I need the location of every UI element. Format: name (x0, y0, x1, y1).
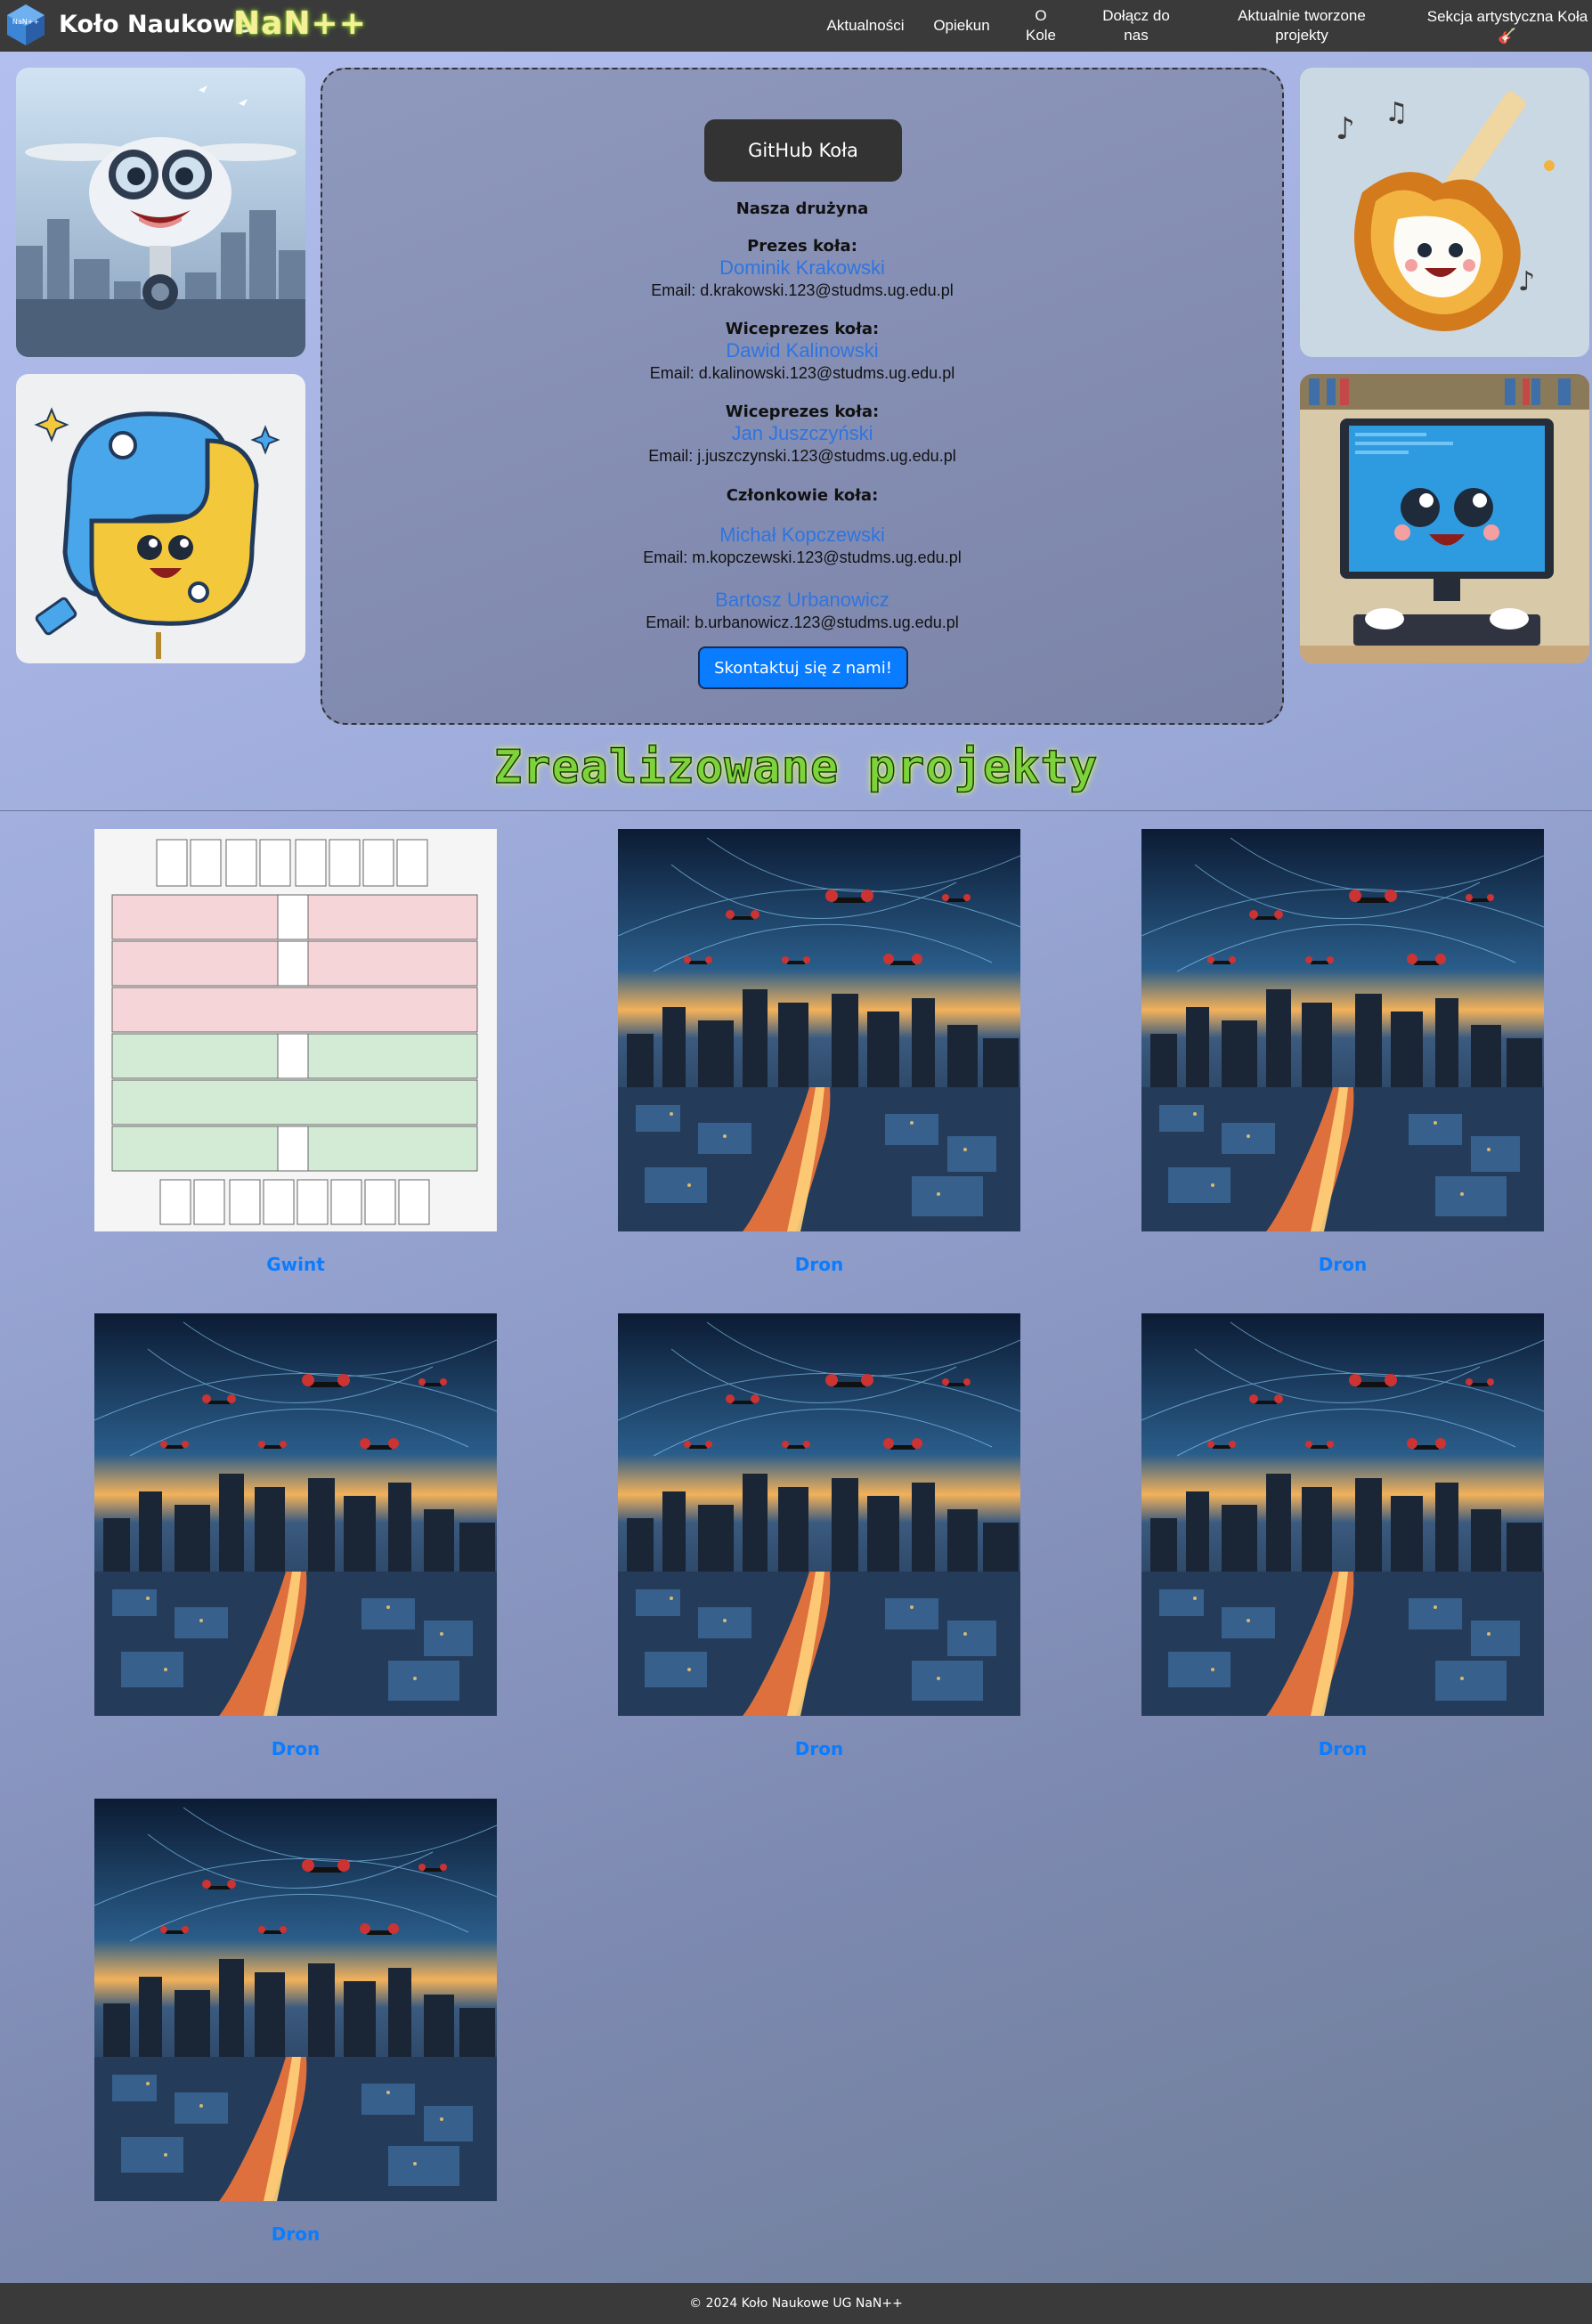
member-1-email: Email: m.kopczewski.123@studms.ug.edu.pl (643, 548, 962, 566)
president-name-link[interactable]: Dominik Krakowski (322, 256, 1282, 280)
nav-aktualnosci[interactable]: Aktualności (821, 0, 910, 52)
drone-city-image[interactable] (618, 829, 1020, 1231)
vice-president-2-email: Email: j.juszczynski.123@studms.ug.edu.p… (648, 447, 956, 465)
project-label[interactable]: Dron (1141, 1738, 1544, 1759)
svg-text:♫: ♫ (1385, 97, 1409, 128)
project-card-dron[interactable]: Dron (1141, 1313, 1544, 1759)
project-label[interactable]: Gwint (94, 1254, 497, 1275)
member-2-name-link[interactable]: Bartosz Urbanowicz (322, 589, 1282, 612)
brand-name[interactable]: Koło Naukowe (59, 11, 251, 38)
projects-section-title: Zrealizowane projekty (493, 740, 1099, 795)
project-card-gwint[interactable]: Gwint (94, 829, 497, 1275)
contact-button[interactable]: Skontaktuj się z nami! (698, 646, 908, 689)
svg-text:♪: ♪ (1518, 266, 1535, 297)
drone-city-image[interactable] (1141, 829, 1544, 1231)
project-label[interactable]: Dron (94, 1738, 497, 1759)
team-section-title: Nasza drużyna (735, 199, 869, 218)
logo-text: NaN++ (12, 18, 39, 26)
nav-opiekun[interactable]: Opiekun (928, 0, 995, 52)
project-card-dron[interactable]: Dron (94, 1313, 497, 1759)
vice-president-1-name-link[interactable]: Dawid Kalinowski (322, 339, 1282, 362)
nav-projekty[interactable]: Aktualnie tworzone projekty (1222, 0, 1382, 52)
vice-president-2-label: Wiceprezes koła: (725, 402, 880, 421)
members-label: Członkowie koła: (726, 486, 879, 505)
vice-president-2-name-link[interactable]: Jan Juszczyński (322, 422, 1282, 445)
project-card-dron[interactable]: Dron (94, 1799, 497, 2245)
section-divider (0, 810, 1592, 811)
project-label[interactable]: Dron (1141, 1254, 1544, 1275)
nav-label: Sekcja artystyczna Koła 🎸 (1426, 8, 1588, 45)
computer-mascot-image (1300, 374, 1589, 663)
nav-o-kole[interactable]: O Kole (1017, 0, 1065, 52)
footer: © 2024 Koło Naukowe UG NaN++ (0, 2283, 1592, 2324)
member-1-name-link[interactable]: Michał Kopczewski (322, 524, 1282, 547)
drone-city-image[interactable] (94, 1799, 497, 2201)
github-button[interactable]: GitHub Koła (704, 119, 902, 182)
nav-label: Dołącz do nas (1102, 7, 1170, 44)
brand-accent[interactable]: NaN++ (233, 5, 367, 42)
python-mascot-image (16, 374, 305, 663)
vice-president-1-email: Email: d.kalinowski.123@studms.ug.edu.pl (649, 364, 955, 382)
drone-city-image[interactable] (1141, 1313, 1544, 1716)
club-logo-icon[interactable]: NaN++ (4, 3, 48, 47)
nav-label: Opiekun (933, 17, 990, 34)
drone-mascot-image (16, 68, 305, 357)
project-card-dron[interactable]: Dron (1141, 829, 1544, 1275)
vice-president-1-label: Wiceprezes koła: (725, 320, 880, 338)
project-card-dron[interactable]: Dron (618, 829, 1020, 1275)
project-label[interactable]: Dron (618, 1254, 1020, 1275)
project-label[interactable]: Dron (94, 2223, 497, 2245)
team-panel: GitHub Koła Nasza drużyna Prezes koła: D… (321, 68, 1284, 725)
project-label[interactable]: Dron (618, 1738, 1020, 1759)
nav-sekcja-artystyczna[interactable]: Sekcja artystyczna Koła 🎸 (1425, 0, 1590, 52)
drone-city-image[interactable] (618, 1313, 1020, 1716)
nav-dolacz[interactable]: Dołącz do nas (1092, 0, 1181, 52)
svg-text:♪: ♪ (1336, 111, 1355, 147)
president-label: Prezes koła: (747, 237, 857, 256)
president-email: Email: d.krakowski.123@studms.ug.edu.pl (651, 281, 954, 299)
footer-copyright: © 2024 Koło Naukowe UG NaN++ (689, 2296, 903, 2311)
project-card-dron[interactable]: Dron (618, 1313, 1020, 1759)
member-2-email: Email: b.urbanowicz.123@studms.ug.edu.pl (646, 614, 959, 631)
guitar-mascot-image: ♪ ♫ ♪ (1300, 68, 1589, 357)
drone-city-image[interactable] (94, 1313, 497, 1716)
nav-label: O Kole (1025, 7, 1057, 44)
top-navbar: NaN++ Koło Naukowe NaN++ Aktualności Opi… (0, 0, 1592, 52)
gwint-board-image[interactable] (94, 829, 497, 1231)
nav-label: Aktualnie tworzone projekty (1238, 7, 1366, 44)
nav-label: Aktualności (826, 17, 905, 34)
